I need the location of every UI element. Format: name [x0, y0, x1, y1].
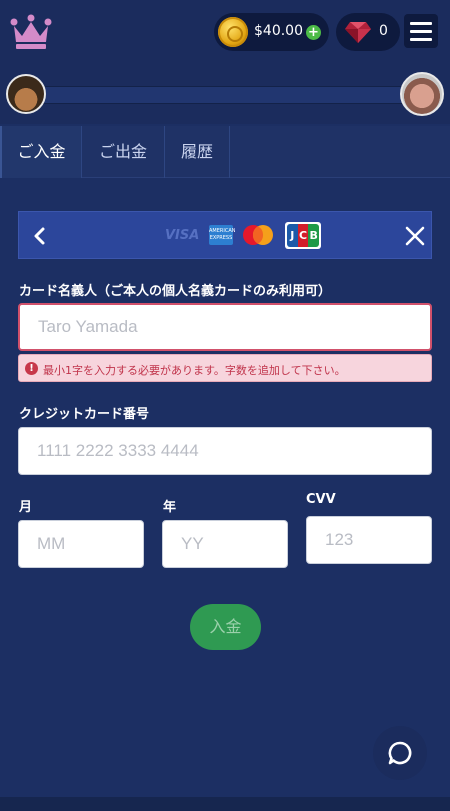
- cashier-tabs: ご入金 ご出金 履歴: [0, 126, 450, 178]
- player-strip: [0, 66, 450, 124]
- year-label: 年: [163, 500, 177, 515]
- deposit-submit-button[interactable]: 入金: [190, 604, 261, 650]
- tab-deposit[interactable]: ご入金: [0, 126, 82, 178]
- cvv-input[interactable]: 123: [306, 516, 432, 564]
- tab-history[interactable]: 履歴: [165, 126, 230, 178]
- crown-logo-icon[interactable]: [10, 14, 52, 50]
- error-text: 最小1字を入力する必要があります。字数を追加して下さい。: [43, 364, 346, 377]
- balance-pill[interactable]: $40.00 +: [214, 13, 329, 51]
- gem-icon: [345, 22, 371, 43]
- cardholder-placeholder: Taro Yamada: [38, 317, 138, 336]
- top-bar: $40.00 + 0: [0, 0, 450, 66]
- strip-track: [30, 86, 420, 104]
- chat-button[interactable]: [373, 726, 427, 780]
- year-input[interactable]: YY: [162, 520, 288, 568]
- balance-amount: $40.00: [254, 23, 303, 39]
- cvv-placeholder: 123: [325, 530, 354, 549]
- card-brand-header: VISA AMERICAN EXPRESS J C B: [18, 211, 432, 259]
- gem-count: 0: [379, 23, 388, 39]
- hamburger-menu-button[interactable]: [404, 14, 438, 48]
- cardholder-name-input[interactable]: Taro Yamada: [18, 303, 432, 351]
- add-funds-plus-icon[interactable]: +: [306, 25, 321, 40]
- cardholder-error-message: ! 最小1字を入力する必要があります。字数を追加して下さい。: [18, 354, 432, 382]
- jcb-logo: J C B: [285, 222, 321, 249]
- cardholder-label: カード名義人（ご本人の個人名義カードのみ利用可）: [19, 284, 332, 299]
- visa-logo: VISA: [165, 228, 200, 243]
- amex-logo: AMERICAN EXPRESS: [209, 225, 236, 245]
- card-number-placeholder: 1111 2222 3333 4444: [37, 441, 199, 460]
- hamburger-menu-icon: [410, 22, 432, 25]
- cvv-label: CVV: [306, 492, 336, 507]
- opponent-avatar[interactable]: [400, 72, 444, 116]
- bottom-bar: [0, 797, 450, 811]
- year-placeholder: YY: [181, 534, 204, 553]
- error-icon: !: [25, 362, 38, 375]
- mastercard-logo-icon: [243, 225, 273, 245]
- back-arrow-icon[interactable]: [29, 224, 51, 248]
- card-number-input[interactable]: 1111 2222 3333 4444: [18, 427, 432, 475]
- gem-pill[interactable]: 0: [336, 13, 400, 51]
- card-number-label: クレジットカード番号: [19, 407, 150, 422]
- player-avatar[interactable]: [6, 74, 46, 114]
- coin-icon: [218, 17, 248, 47]
- chat-icon: [388, 741, 412, 765]
- tab-withdraw[interactable]: ご出金: [82, 126, 165, 178]
- month-placeholder: MM: [37, 534, 66, 553]
- month-label: 月: [19, 500, 33, 515]
- close-icon[interactable]: [403, 224, 427, 248]
- month-input[interactable]: MM: [18, 520, 144, 568]
